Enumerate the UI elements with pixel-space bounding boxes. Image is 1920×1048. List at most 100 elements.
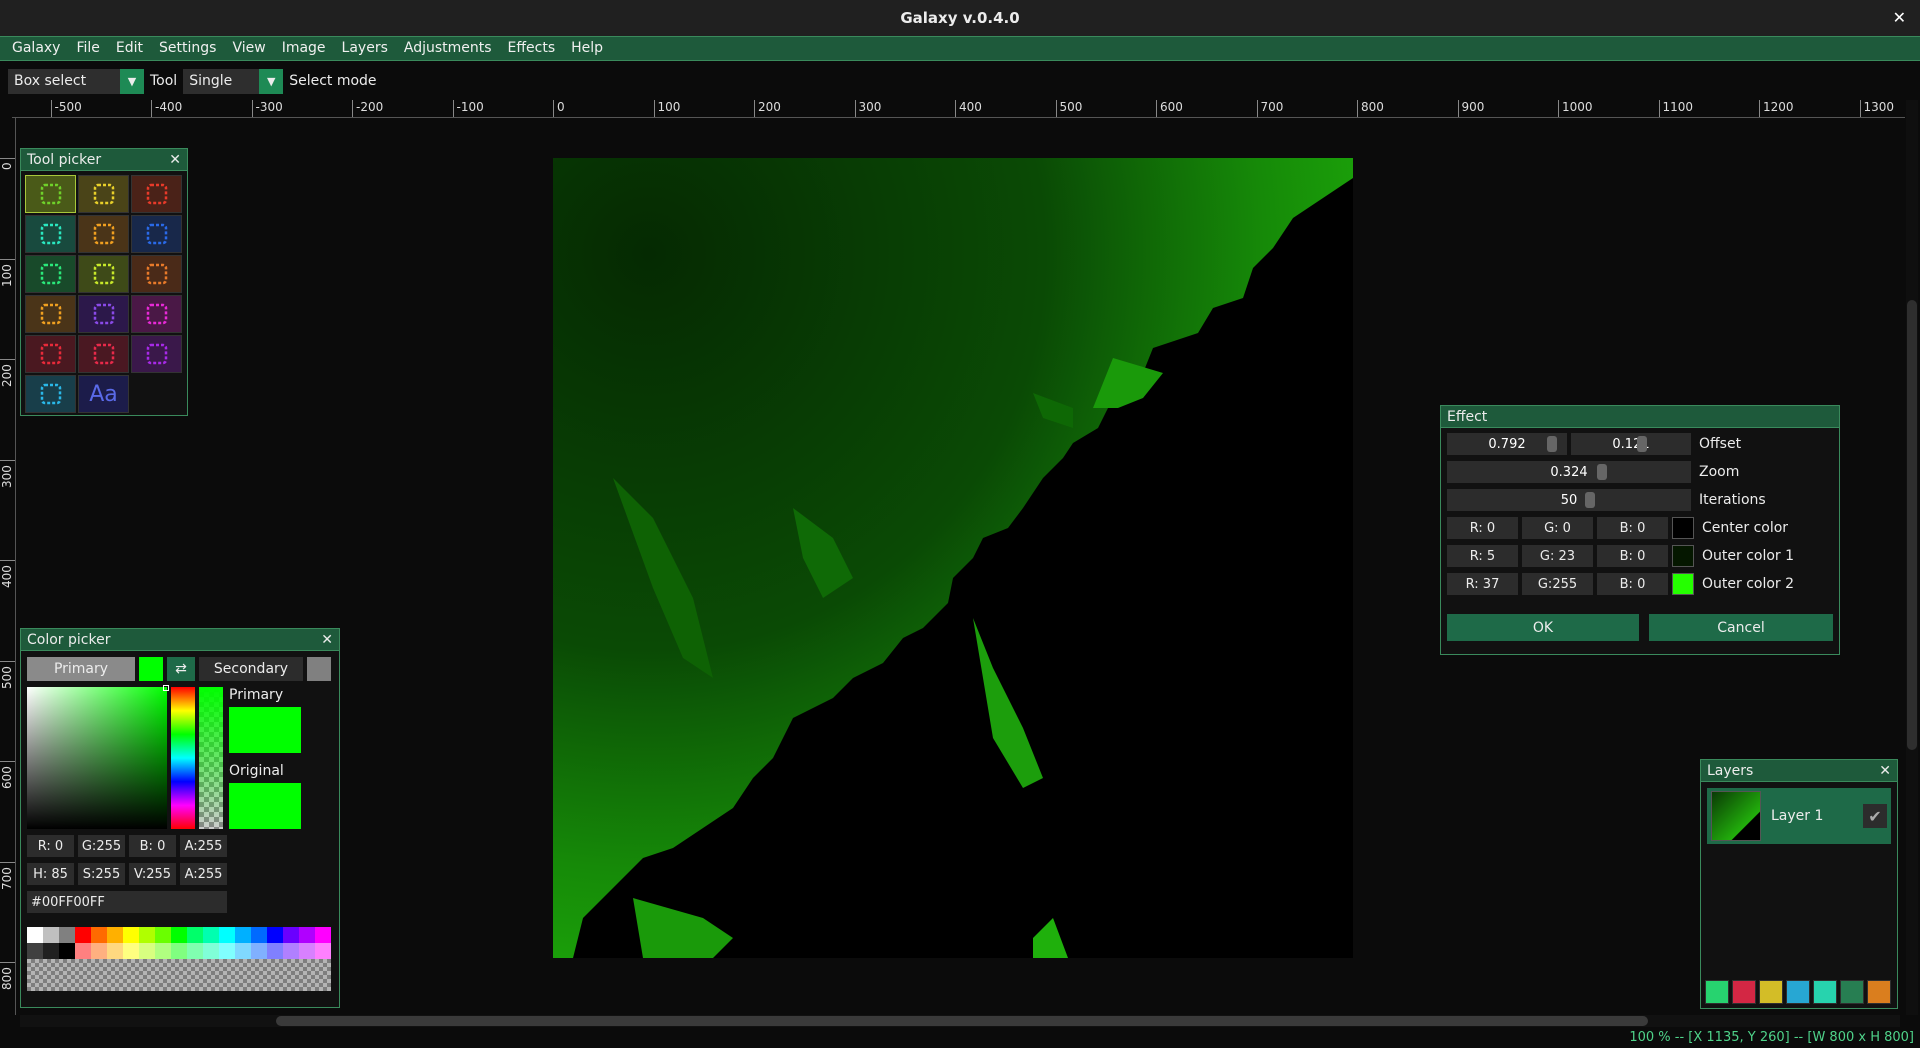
menu-item-effects[interactable]: Effects — [500, 37, 564, 60]
palette-swatch[interactable] — [123, 927, 139, 943]
offset-x-slider[interactable]: 0.792 — [1447, 433, 1567, 455]
layer-properties-icon[interactable] — [1867, 980, 1891, 1004]
palette-swatch[interactable] — [107, 927, 123, 943]
alpha-slider[interactable] — [199, 687, 223, 829]
offset-y-slider[interactable]: 0.121 — [1571, 433, 1691, 455]
chevron-down-icon[interactable]: ▼ — [120, 68, 144, 94]
hue-field[interactable]: H: 85 — [27, 863, 74, 885]
alpha-field-hsv[interactable]: A:255 — [180, 863, 227, 885]
gradient-icon[interactable] — [78, 335, 129, 373]
palette-swatch[interactable] — [299, 943, 315, 959]
red-field[interactable]: R: 5 — [1447, 545, 1518, 567]
move-icon[interactable] — [25, 255, 76, 293]
canvas[interactable] — [553, 158, 1353, 958]
palette-swatch[interactable] — [283, 927, 299, 943]
close-icon[interactable]: ✕ — [321, 632, 333, 648]
palette-swatch[interactable] — [91, 927, 107, 943]
palette-swatch[interactable] — [251, 927, 267, 943]
slider-knob[interactable] — [1637, 436, 1647, 452]
palette-swatch[interactable] — [27, 943, 43, 959]
menu-item-galaxy[interactable]: Galaxy — [4, 37, 68, 60]
menu-item-image[interactable]: Image — [274, 37, 334, 60]
palette-swatch[interactable] — [203, 927, 219, 943]
iterations-slider[interactable]: 50 — [1447, 489, 1691, 511]
merge-layer-icon[interactable] — [1840, 980, 1864, 1004]
box-select-icon[interactable] — [25, 175, 76, 213]
green-field[interactable]: G:255 — [78, 835, 125, 857]
close-icon[interactable]: ✕ — [169, 152, 181, 168]
palette-swatch[interactable] — [235, 943, 251, 959]
menu-item-settings[interactable]: Settings — [151, 37, 224, 60]
palette-swatch[interactable] — [91, 943, 107, 959]
palette-swatch[interactable] — [107, 943, 123, 959]
palette-swatch[interactable] — [123, 943, 139, 959]
palette-swatch[interactable] — [43, 943, 59, 959]
menu-item-view[interactable]: View — [224, 37, 273, 60]
move-layer-down-icon[interactable] — [1813, 980, 1837, 1004]
palette-swatch[interactable] — [139, 943, 155, 959]
hue-slider[interactable] — [171, 687, 195, 829]
ellipse-select-icon[interactable] — [78, 175, 129, 213]
color-swatch[interactable] — [1672, 573, 1694, 595]
palette-swatch[interactable] — [171, 927, 187, 943]
recolor-icon[interactable] — [131, 335, 182, 373]
swap-colors-icon[interactable]: ⇄ — [167, 657, 195, 681]
shapes-icon[interactable] — [25, 375, 76, 413]
palette-swatch[interactable] — [299, 927, 315, 943]
horizontal-scrollbar[interactable] — [20, 1015, 1900, 1027]
alpha-field[interactable]: A:255 — [180, 835, 227, 857]
palette-swatch[interactable] — [267, 927, 283, 943]
magic-wand-icon[interactable] — [131, 255, 182, 293]
menu-item-layers[interactable]: Layers — [334, 37, 396, 60]
saturation-field[interactable]: S:255 — [78, 863, 125, 885]
palette-swatch[interactable] — [155, 927, 171, 943]
palette-swatch[interactable] — [315, 943, 331, 959]
blue-field[interactable]: B: 0 — [1597, 545, 1668, 567]
hex-field[interactable]: #00FF00FF — [27, 891, 227, 913]
layer-visibility-checkbox[interactable]: ✔ — [1863, 804, 1887, 828]
close-icon[interactable]: ✕ — [1893, 0, 1906, 36]
tool-dropdown[interactable]: Box select ▼ — [8, 68, 144, 94]
saturation-value-square[interactable] — [27, 685, 169, 829]
sv-cursor[interactable] — [163, 685, 169, 691]
primary-swatch[interactable] — [139, 657, 163, 681]
eraser-icon[interactable] — [131, 295, 182, 333]
palette-swatch[interactable] — [27, 927, 43, 943]
blue-field[interactable]: B: 0 — [1597, 573, 1668, 595]
palette-swatch[interactable] — [187, 927, 203, 943]
blue-field[interactable]: B: 0 — [1597, 517, 1668, 539]
chevron-down-icon[interactable]: ▼ — [259, 68, 284, 94]
lasso-select-icon[interactable] — [131, 175, 182, 213]
red-field[interactable]: R: 0 — [1447, 517, 1518, 539]
primary-button[interactable]: Primary — [27, 657, 135, 681]
value-field[interactable]: V:255 — [129, 863, 176, 885]
pencil-icon[interactable] — [25, 295, 76, 333]
menu-item-file[interactable]: File — [68, 37, 107, 60]
menu-item-adjustments[interactable]: Adjustments — [396, 37, 500, 60]
green-field[interactable]: G: 0 — [1522, 517, 1593, 539]
ok-button[interactable]: OK — [1447, 614, 1639, 641]
vertical-scrollbar[interactable] — [1906, 100, 1918, 1015]
layer-row[interactable]: Layer 1 ✔ — [1707, 788, 1891, 844]
color-swatch[interactable] — [1672, 545, 1694, 567]
add-layer-icon[interactable] — [1705, 980, 1729, 1004]
blue-field[interactable]: B: 0 — [129, 835, 176, 857]
paint-bucket-icon[interactable] — [25, 335, 76, 373]
palette-swatch[interactable] — [171, 943, 187, 959]
magnifier-icon[interactable] — [25, 215, 76, 253]
palette-swatch[interactable] — [59, 943, 75, 959]
select-mode-dropdown[interactable]: Single ▼ — [183, 68, 284, 94]
palette-swatch[interactable] — [139, 927, 155, 943]
palette-swatch[interactable] — [251, 943, 267, 959]
slider-knob[interactable] — [1547, 436, 1557, 452]
palette-transparent-row[interactable] — [27, 959, 331, 991]
palette-swatch[interactable] — [43, 927, 59, 943]
color-swatch[interactable] — [1672, 517, 1694, 539]
palette-swatch[interactable] — [203, 943, 219, 959]
hand-pan-icon[interactable] — [78, 215, 129, 253]
eyedropper-icon[interactable] — [131, 215, 182, 253]
scrollbar-thumb[interactable] — [1907, 300, 1917, 750]
red-field[interactable]: R: 37 — [1447, 573, 1518, 595]
slider-knob[interactable] — [1585, 492, 1595, 508]
red-field[interactable]: R: 0 — [27, 835, 74, 857]
